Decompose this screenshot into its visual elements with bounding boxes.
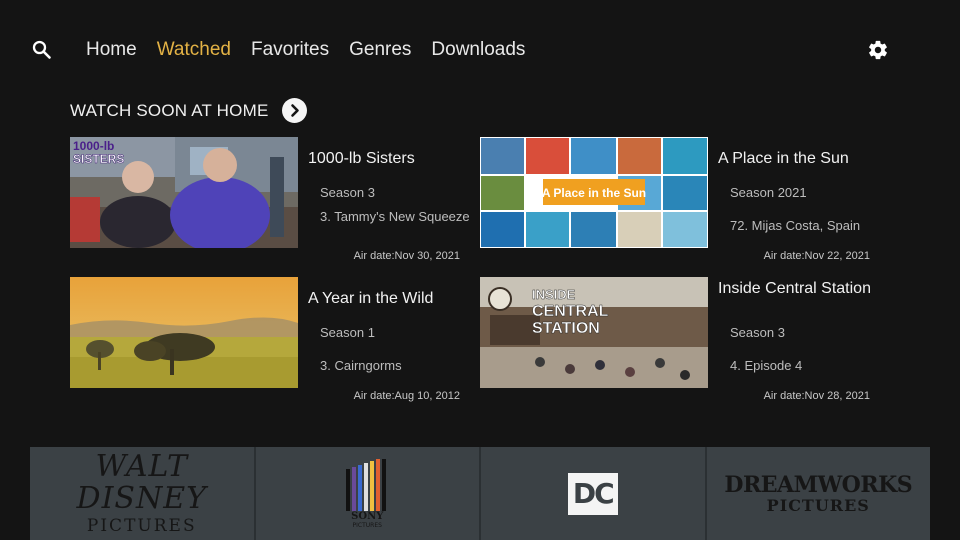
studio-row: WALT DISNEY PICTURES SONY PICTURES DC DR… [30, 447, 930, 540]
svg-text:1000-lb: 1000-lb [73, 139, 114, 153]
episode-thumbnail: 1000-lb SISTERS [70, 137, 298, 248]
studio-tile-walt-disney[interactable]: WALT DISNEY PICTURES [30, 447, 256, 540]
thumb-text-line3: STATION [532, 320, 600, 337]
nav-menu: Home Watched Favorites Genres Downloads [86, 38, 525, 62]
nav-item-genres[interactable]: Genres [349, 38, 411, 62]
episode-airdate: Air date:Nov 28, 2021 [763, 390, 870, 402]
sony-pictures-logo: SONY PICTURES [344, 458, 390, 529]
svg-text:SISTERS: SISTERS [73, 152, 124, 166]
episode-name: 4. Episode 4 [730, 358, 803, 373]
episode-thumbnail: INSIDE CENTRAL STATION [480, 277, 708, 388]
gear-icon[interactable] [867, 39, 889, 61]
nav-item-favorites[interactable]: Favorites [251, 38, 329, 62]
episode-season: Season 1 [320, 325, 375, 340]
thumb-text-line2: CENTRAL [532, 303, 609, 320]
nav-item-home[interactable]: Home [86, 38, 137, 62]
episode-season: Season 2021 [730, 185, 807, 200]
episode-thumbnail [70, 277, 298, 388]
episode-title: Inside Central Station [718, 280, 871, 297]
thumb-logo-text: A Place in the Sun [542, 186, 646, 200]
studio-tile-dc[interactable]: DC [481, 447, 707, 540]
episode-name: 3. Cairngorms [320, 358, 402, 373]
section-title: WATCH SOON AT HOME [70, 101, 269, 120]
dreamworks-pictures-logo: DREAMWORKS PICTURES [724, 471, 913, 515]
episode-thumbnail: A Place in the Sun [480, 137, 708, 248]
walt-disney-logo: WALT DISNEY PICTURES [76, 448, 207, 536]
episode-season: Season 3 [320, 185, 375, 200]
episode-card-1000-lb-sisters[interactable]: 1000-lb SISTERS 1000-lb Sisters Season 3… [70, 137, 470, 267]
episode-name: 72. Mijas Costa, Spain [730, 218, 861, 233]
thumb-text-line1: INSIDE [532, 287, 576, 302]
episode-card-inside-central-station[interactable]: INSIDE CENTRAL STATION Inside Central St… [480, 277, 880, 407]
episode-airdate: Air date:Nov 22, 2021 [763, 250, 870, 262]
episode-airdate: Air date:Aug 10, 2012 [353, 390, 460, 402]
nav-item-downloads[interactable]: Downloads [431, 38, 525, 62]
episode-season: Season 3 [730, 325, 785, 340]
chevron-right-icon [291, 104, 299, 117]
see-more-button[interactable] [282, 98, 307, 123]
nav-item-watched[interactable]: Watched [157, 38, 231, 62]
episode-title: 1000-lb Sisters [308, 150, 415, 167]
studio-tile-sony[interactable]: SONY PICTURES [255, 447, 481, 540]
sony-pictures-emblem [346, 458, 387, 511]
episode-airdate: Air date:Nov 30, 2021 [353, 250, 460, 262]
episode-title: A Year in the Wild [308, 290, 434, 307]
studio-tile-dreamworks[interactable]: DREAMWORKS PICTURES [706, 447, 930, 540]
dc-logo: DC [567, 472, 618, 515]
episode-name: 3. Tammy's New Squeeze [320, 209, 470, 224]
search-icon[interactable] [32, 40, 52, 60]
episode-card-a-year-in-the-wild[interactable]: A Year in the Wild Season 1 3. Cairngorm… [70, 277, 470, 407]
episode-title: A Place in the Sun [718, 150, 849, 167]
episode-card-a-place-in-the-sun[interactable]: A Place in the Sun A Place in the Sun Se… [480, 137, 880, 267]
top-nav: Home Watched Favorites Genres Downloads [0, 30, 960, 70]
